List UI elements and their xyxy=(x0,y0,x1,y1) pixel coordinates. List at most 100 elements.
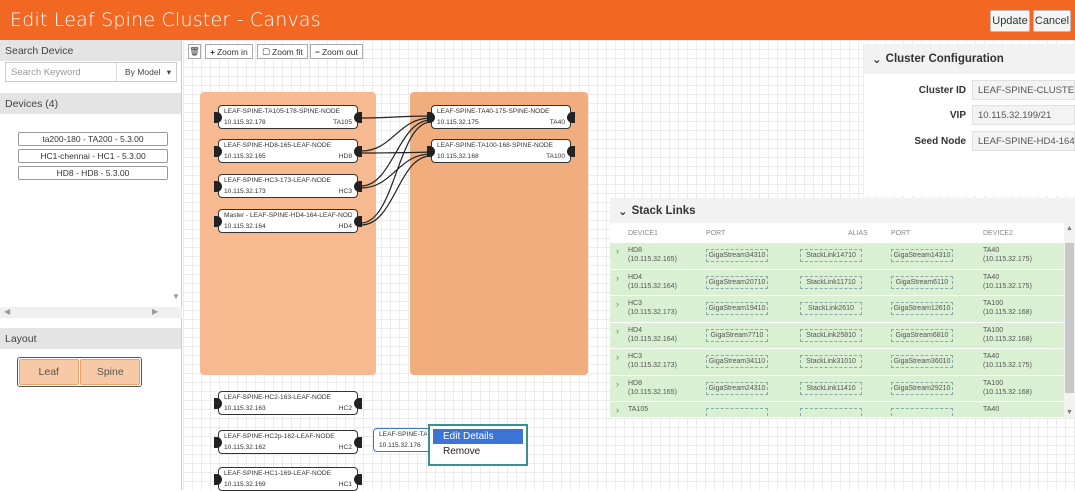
chevron-right-icon[interactable]: › xyxy=(616,379,619,389)
column-header: DEVICE2 xyxy=(983,229,1013,237)
port-icon xyxy=(354,437,362,448)
leaf-node[interactable]: LEAF-SPINE-TA105-178-SPINE-NODE 10.115.32… xyxy=(214,105,362,129)
node-model: TA40 xyxy=(549,118,565,126)
chevron-right-icon[interactable]: › xyxy=(616,326,619,336)
link-line xyxy=(360,121,432,224)
stack-link-row[interactable]: › HC3 (10.115.32.173) GigaStream19410 StackL… xyxy=(610,296,1075,323)
leaf-layout-button[interactable]: Leaf xyxy=(18,359,79,385)
pool-node[interactable]: LEAF-SPINE-HC2p-162-LEAF-NODE 10.115.32.1… xyxy=(214,430,362,454)
scrollbar-thumb[interactable] xyxy=(1065,243,1074,393)
port2-field[interactable]: GigaStream29210 xyxy=(891,381,953,395)
chevron-right-icon[interactable]: › xyxy=(616,273,619,283)
stack-link-row[interactable]: › HD4 (10.115.32.164) GigaStream20710 StackL… xyxy=(610,269,1075,296)
node-model: HC1 xyxy=(338,480,352,488)
port1-field[interactable]: GigaStream20710 xyxy=(706,275,768,289)
device1-cell: HC3 (10.115.32.173) xyxy=(628,299,677,317)
chevron-right-icon[interactable]: › xyxy=(616,405,619,415)
leaf-node[interactable]: Master - LEAF-SPINE-HD4-164-LEAF-NODE 10.… xyxy=(214,209,362,233)
cluster-id-field[interactable]: LEAF-SPINE-CLUSTER-1 xyxy=(972,80,1075,100)
port1-field[interactable]: GigaStream34310 xyxy=(706,249,768,262)
port1-field[interactable]: GigaStream34110 xyxy=(706,355,768,368)
alias-field[interactable]: StackLink11410 xyxy=(800,381,862,395)
selected-node[interactable]: LEAF-SPINE-TA100- 10.115.32.176 xyxy=(373,428,433,452)
port1-field[interactable]: GigaStream19410 xyxy=(706,302,768,315)
pool-node[interactable]: LEAF-SPINE-HC2-163-LEAF-NODE 10.115.32.16… xyxy=(214,391,362,415)
device1-cell: HD8 (10.115.32.165) xyxy=(628,246,677,264)
update-button[interactable]: Update xyxy=(990,10,1030,32)
cancel-button[interactable]: Cancel xyxy=(1033,10,1071,32)
device-item[interactable]: ta200-180 - TA200 - 5.3.00 xyxy=(18,132,168,146)
chevron-right-icon[interactable]: › xyxy=(616,299,619,309)
node-model: HC2 xyxy=(338,404,352,412)
left-panel: Search Device Search Keyword By Model ▾ D… xyxy=(0,40,182,490)
port-icon xyxy=(427,146,435,157)
spine-layout-button[interactable]: Spine xyxy=(80,359,141,385)
stack-link-row[interactable]: › TA105 TA40 xyxy=(610,402,1075,418)
device1-name: HC3 xyxy=(628,353,643,360)
port2-field[interactable]: GigaStream6810 xyxy=(891,328,953,342)
device2-cell: TA40 xyxy=(983,405,999,414)
edit-details-menu-item[interactable]: Edit Details xyxy=(433,429,523,444)
scroll-left-icon[interactable]: ◀ xyxy=(4,307,10,316)
search-input[interactable]: Search Keyword xyxy=(6,67,116,78)
port2-field[interactable]: GigaStream14310 xyxy=(891,249,953,262)
seed-node-field[interactable]: LEAF-SPINE-HD4-164-L xyxy=(972,131,1075,151)
port2-field[interactable]: GigaStream6110 xyxy=(891,275,953,289)
column-header: PORT xyxy=(706,229,726,237)
horizontal-scrollbar[interactable]: ◀ ▶ xyxy=(0,307,182,318)
stack-link-row[interactable]: › HD8 (10.115.32.165) GigaStream34310 StackL… xyxy=(610,243,1075,270)
device1-cell: HC3 (10.115.32.173) xyxy=(628,352,677,370)
alias-field[interactable]: StackLink31010 xyxy=(800,355,862,368)
port1-field[interactable] xyxy=(706,408,768,416)
stack-link-row[interactable]: › HC3 (10.115.32.173) GigaStream34110 StackL… xyxy=(610,349,1075,376)
alias-field[interactable] xyxy=(800,408,862,416)
vertical-scrollbar[interactable]: ▲ ▼ xyxy=(1064,223,1075,418)
leaf-node[interactable]: LEAF-SPINE-HC3-173-LEAF-NODE 10.115.32.17… xyxy=(214,174,362,198)
node-name: LEAF-SPINE-TA105-178-SPINE-NODE xyxy=(224,108,341,115)
device-item[interactable]: HD8 - HD8 - 5.3.00 xyxy=(18,166,168,180)
node-ip: 10.115.32.162 xyxy=(224,443,266,451)
scroll-up-icon[interactable]: ▲ xyxy=(1066,225,1073,232)
stack-links-header[interactable]: ⌄ Stack Links xyxy=(610,198,1075,223)
alias-field[interactable]: StackLink25810 xyxy=(800,328,862,342)
port-icon xyxy=(214,216,222,227)
port1-field[interactable]: GigaStream7710 xyxy=(706,328,768,342)
device-item[interactable]: HC1-chennai - HC1 - 5.3.00 xyxy=(18,149,168,163)
spine-node[interactable]: LEAF-SPINE-TA40-175-SPINE-NODE 10.115.32.… xyxy=(427,105,575,129)
chevron-right-icon[interactable]: › xyxy=(616,246,619,256)
device1-name: HD8 xyxy=(628,247,643,254)
stack-link-row[interactable]: › HD8 (10.115.32.165) GigaStream24310 StackL… xyxy=(610,375,1075,402)
device1-ip: (10.115.32.173) xyxy=(628,362,677,370)
scroll-down-icon[interactable]: ▼ xyxy=(1066,409,1073,416)
port-icon xyxy=(354,474,362,485)
chevron-right-icon[interactable]: › xyxy=(616,352,619,362)
device1-cell: TA105 xyxy=(628,405,648,414)
device2-name: TA40 xyxy=(983,353,1000,360)
stack-link-row[interactable]: › HD4 (10.115.32.164) GigaStream7710 StackLi… xyxy=(610,322,1075,349)
device2-name: TA100 xyxy=(983,379,1004,387)
device1-ip: (10.115.32.164) xyxy=(628,282,677,290)
remove-menu-item[interactable]: Remove xyxy=(433,444,523,459)
node-ip: 10.115.32.164 xyxy=(224,222,266,230)
alias-field[interactable]: StackLink11710 xyxy=(800,275,862,289)
device2-cell: TA40 (10.115.32.175) xyxy=(983,246,1032,264)
cluster-config-header[interactable]: ⌄ Cluster Configuration xyxy=(864,44,1075,74)
node-ip: 10.115.32.165 xyxy=(224,152,266,160)
node-model: HD8 xyxy=(338,152,352,160)
by-model-select[interactable]: By Model ▾ xyxy=(116,63,176,81)
port2-field[interactable]: GigaStream36010 xyxy=(891,355,953,368)
scroll-down-icon[interactable]: ▼ xyxy=(172,292,180,301)
port-icon xyxy=(214,112,222,123)
scroll-right-icon[interactable]: ▶ xyxy=(152,307,158,316)
leaf-node[interactable]: LEAF-SPINE-HD8-165-LEAF-NODE 10.115.32.16… xyxy=(214,139,362,163)
vip-field[interactable]: 10.115.32.199/21 xyxy=(972,105,1075,125)
node-ip: 10.115.32.173 xyxy=(224,187,266,195)
node-name: LEAF-SPINE-HD8-165-LEAF-NODE xyxy=(224,142,331,149)
port2-field[interactable]: GigaStream12610 xyxy=(891,302,953,315)
alias-field[interactable]: StackLink14710 xyxy=(800,249,862,262)
spine-node[interactable]: LEAF-SPINE-TA100-168-SPINE-NODE 10.115.32… xyxy=(427,139,575,163)
port1-field[interactable]: GigaStream24310 xyxy=(706,381,768,395)
pool-node[interactable]: LEAF-SPINE-HC1-169-LEAF-NODE 10.115.32.16… xyxy=(214,467,362,491)
port2-field[interactable] xyxy=(891,408,953,416)
alias-field[interactable]: StackLink2610 xyxy=(800,302,862,315)
